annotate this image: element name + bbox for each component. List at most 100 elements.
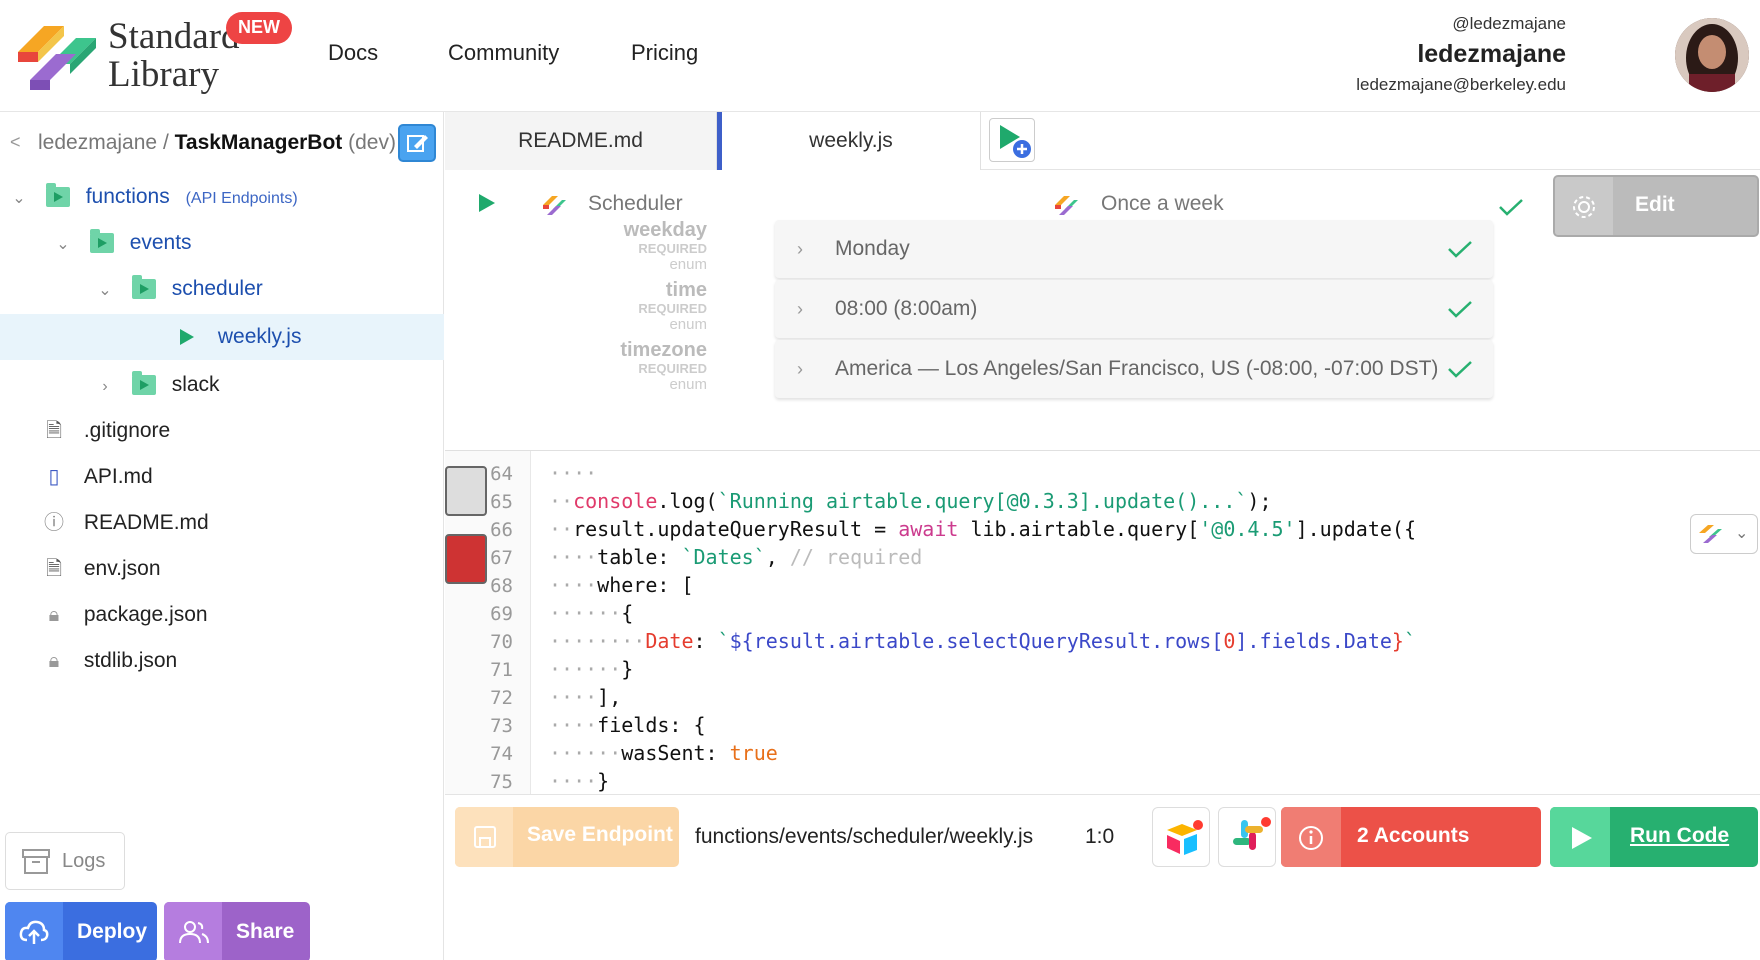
share-button[interactable]: Share: [164, 902, 310, 960]
avatar[interactable]: [1675, 18, 1749, 92]
tree-file-package-json[interactable]: 🔒︎ package.json: [0, 592, 444, 638]
slack-account-tile[interactable]: [1218, 807, 1276, 867]
user-name[interactable]: ledezmajane: [1417, 40, 1566, 69]
airtable-side-icon[interactable]: [445, 534, 487, 584]
param-required: REQUIRED: [638, 301, 707, 316]
breadcrumb-user[interactable]: ledezmajane: [38, 131, 157, 154]
chevron-right-icon: ›: [102, 378, 108, 395]
tree-label: README.md: [83, 511, 209, 534]
save-icon: [474, 826, 496, 848]
archive-icon: [22, 849, 50, 874]
tree-folder-slack[interactable]: › slack: [0, 362, 444, 408]
lock-icon: 🔒︎: [48, 604, 60, 627]
nav-docs[interactable]: Docs: [328, 40, 378, 66]
lock-icon: 🔒︎: [48, 650, 60, 673]
tab-weekly-js[interactable]: weekly.js: [717, 112, 981, 170]
tree-file-gitignore[interactable]: 🗎 .gitignore: [0, 408, 444, 454]
library-select-dropdown[interactable]: ⌄: [1690, 514, 1758, 554]
chevron-right-icon: ›: [797, 359, 803, 379]
file-icon: 🗎: [45, 558, 63, 581]
param-label-time: time REQUIRED enum: [605, 280, 707, 332]
gear-icon: [1573, 196, 1595, 218]
param-type: enum: [669, 316, 707, 333]
airtable-account-tile[interactable]: [1152, 807, 1210, 867]
deploy-icon-bg: [5, 902, 63, 960]
user-email: ledezmajane@berkeley.edu: [1356, 75, 1566, 94]
nav-community[interactable]: Community: [448, 40, 559, 66]
share-icon-bg: [164, 902, 222, 960]
logs-label: Logs: [62, 850, 106, 872]
line-number: 69: [490, 603, 513, 625]
param-value: America — Los Angeles/San Francisco, US …: [835, 357, 1439, 380]
line-number: 75: [490, 771, 513, 793]
line-number: 74: [490, 743, 513, 765]
nav-pricing[interactable]: Pricing: [631, 40, 698, 66]
book-icon: ▯: [48, 466, 60, 489]
file-icon: 🗎: [45, 420, 63, 443]
tree-folder-functions[interactable]: ⌄ functions (API Endpoints): [0, 174, 444, 220]
save-icon-bg: [455, 807, 513, 867]
chevron-down-icon: ⌄: [1735, 525, 1749, 542]
edit-payload-button[interactable]: Edit Payload: [1553, 175, 1759, 237]
run-trigger-icon[interactable]: [479, 194, 495, 212]
param-name: weekday: [623, 219, 707, 241]
run-code-button[interactable]: Run Code: [1550, 807, 1758, 867]
code-editor[interactable]: 64 65 66 67 68 69 70 71 72 73 74 75 ····…: [445, 450, 1760, 794]
code-line: ····fields: {: [549, 713, 706, 737]
tree-file-weekly[interactable]: weekly.js: [0, 314, 444, 360]
breadcrumb: ledezmajane / TaskManagerBot (dev): [0, 112, 444, 174]
brand-line-2: Library: [108, 54, 219, 95]
share-small-icon[interactable]: <: [10, 132, 21, 153]
deploy-button[interactable]: Deploy: [5, 902, 157, 960]
accounts-required-button[interactable]: 2 Accounts Required: [1281, 807, 1541, 867]
param-weekday-select[interactable]: › Monday: [775, 220, 1493, 278]
play-icon: [1572, 827, 1592, 849]
logs-button[interactable]: Logs: [5, 832, 125, 890]
stdlib-logo[interactable]: [14, 18, 100, 98]
tree-label: stdlib.json: [83, 649, 178, 672]
user-handle: @ledezmajane: [1452, 14, 1566, 33]
editor-tabs: README.md weekly.js: [445, 112, 1760, 170]
check-icon: [1448, 241, 1472, 258]
code-line: ··result.updateQueryResult = await lib.a…: [549, 517, 1416, 541]
code-line: ··console.log(`Running airtable.query[@0…: [549, 489, 1272, 513]
param-timezone-select[interactable]: › America — Los Angeles/San Francisco, U…: [775, 340, 1493, 398]
tree-file-env-json[interactable]: 🗎 env.json: [0, 546, 444, 592]
tree-label: weekly.js: [217, 325, 302, 348]
tree-file-api-md[interactable]: ▯ API.md: [0, 454, 444, 500]
breadcrumb-project[interactable]: TaskManagerBot: [175, 131, 343, 154]
top-header: Standard Library NEW Docs Community Pric…: [0, 0, 1760, 112]
check-icon: [1448, 361, 1472, 378]
tree-label: package.json: [83, 603, 208, 626]
tree-file-readme[interactable]: ⓘ README.md: [0, 500, 444, 546]
tree-folder-events[interactable]: ⌄ events: [0, 220, 444, 266]
play-plus-icon: [1000, 125, 1031, 158]
param-name: time: [665, 279, 707, 301]
brand-line-1: Standard: [108, 16, 240, 57]
tree-folder-scheduler[interactable]: ⌄ scheduler: [0, 266, 444, 312]
tab-readme[interactable]: README.md: [445, 112, 717, 170]
edit-project-button[interactable]: [398, 124, 436, 162]
param-label-timezone: timezone REQUIRED enum: [605, 340, 707, 392]
file-path: functions/events/scheduler/weekly.js: [695, 825, 1034, 848]
save-endpoint-button[interactable]: Save Endpoint: [455, 807, 679, 867]
stdlib-mini-icon: [1699, 525, 1722, 543]
folder-icon: [131, 371, 156, 396]
code-line: ········Date: `${result.airtable.selectQ…: [549, 629, 1417, 653]
param-time-select[interactable]: › 08:00 (8:00am): [775, 280, 1493, 338]
tree-file-stdlib-json[interactable]: 🔒︎ stdlib.json: [0, 638, 444, 684]
brand-name[interactable]: Standard Library: [108, 18, 240, 94]
tree-label: scheduler: [171, 277, 263, 300]
bottom-toolbar: Save Endpoint functions/events/scheduler…: [445, 794, 1760, 960]
code-line: ····}: [549, 769, 610, 793]
edit-payload-label: Edit Payload: [1635, 193, 1675, 216]
param-value: Monday: [835, 237, 910, 260]
stdlib-side-icon[interactable]: [445, 466, 487, 516]
line-number: 72: [490, 687, 513, 709]
share-label: Share: [236, 920, 295, 943]
code-line: ······{: [549, 601, 634, 625]
schedule-name: Once a week: [1101, 192, 1224, 215]
new-badge: NEW: [226, 12, 292, 44]
new-endpoint-button[interactable]: [989, 118, 1035, 162]
code-line: ····],: [549, 685, 622, 709]
